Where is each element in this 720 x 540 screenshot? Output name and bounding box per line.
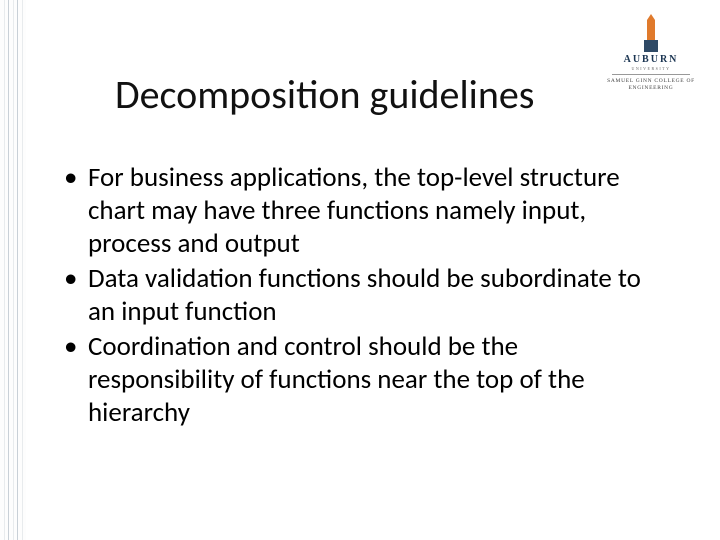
bullet-list: For business applications, the top-level… [60,162,670,432]
bullet-item: For business applications, the top-level… [60,162,670,261]
auburn-logo: AUBURN UNIVERSITY SAMUEL GINN COLLEGE OF… [606,14,696,91]
slide-title: Decomposition guidelines [115,70,534,119]
bullet-item: Data validation functions should be subo… [60,263,670,329]
logo-divider [612,74,690,75]
decorative-left-stripe [0,0,26,540]
bullet-item: Coordination and control should be the r… [60,331,670,430]
logo-subtitle-university: UNIVERSITY [606,66,696,71]
logo-name: AUBURN [606,54,696,65]
logo-subtitle-college: SAMUEL GINN COLLEGE OF ENGINEERING [606,78,696,91]
tower-icon [644,14,658,52]
